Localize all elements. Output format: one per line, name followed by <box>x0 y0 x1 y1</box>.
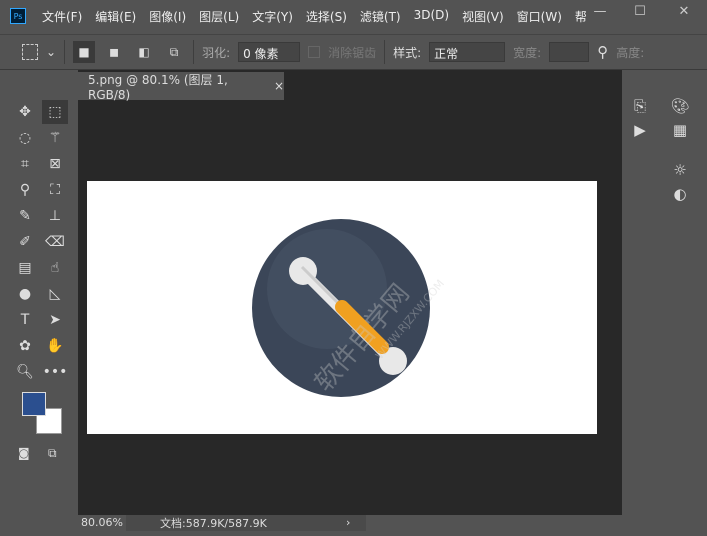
more-tools-icon[interactable]: ••• <box>42 360 68 384</box>
width-input[interactable] <box>549 42 590 62</box>
divider <box>384 40 386 64</box>
gradient-tool-icon[interactable]: ▤ <box>12 256 38 280</box>
history-icon[interactable]: ⎘ <box>625 94 655 118</box>
menu-filter[interactable]: 滤镜(T) <box>360 8 401 25</box>
adjustments-icon[interactable]: ◐ <box>665 182 695 206</box>
zoom-level[interactable]: 80.06% <box>78 516 126 529</box>
menu-type[interactable]: 文字(Y) <box>252 8 293 25</box>
divider <box>193 40 195 64</box>
menu-edit[interactable]: 编辑(E) <box>95 8 136 25</box>
new-selection-button[interactable]: ■ <box>73 41 96 63</box>
frame-tool-icon[interactable]: ⊠ <box>42 152 68 176</box>
canvas[interactable]: 软件自学网 WWW.RJZXW.COM <box>87 181 597 434</box>
menu-layer[interactable]: 图层(L) <box>199 8 239 25</box>
minimize-button[interactable]: — <box>580 0 620 22</box>
menu-select[interactable]: 选择(S) <box>306 8 347 25</box>
dodge-tool-icon[interactable]: ● <box>12 282 38 306</box>
photoshop-logo: Ps <box>10 8 26 24</box>
eyedropper-tool-icon[interactable]: ⚲ <box>12 178 38 202</box>
foreground-color-swatch-top[interactable] <box>22 392 46 416</box>
hand-tool-icon[interactable]: ✋ <box>42 334 68 358</box>
style-value: 正常 <box>434 47 459 61</box>
menu-file[interactable]: 文件(F) <box>42 8 82 25</box>
add-selection-button[interactable]: ◼ <box>103 41 125 63</box>
style-select[interactable]: 正常 <box>429 42 506 62</box>
document-tab-title: 5.png @ 80.1% (图层 1, RGB/8) <box>88 72 228 102</box>
subtract-selection-button[interactable]: ◧ <box>133 41 155 63</box>
doc-size: 文档:587.9K/587.9K <box>126 514 366 531</box>
quick-mask-icon[interactable]: ◙ <box>18 446 30 460</box>
status-bar: 80.06% 文档:587.9K/587.9K › <box>78 514 622 531</box>
swatches-grid-icon[interactable]: ▦ <box>665 118 695 142</box>
panel-strip-1: ⎘ ▶ <box>625 70 662 530</box>
actions-play-icon[interactable]: ▶ <box>625 118 655 142</box>
zoom-tool-icon[interactable]: 🔍︎ <box>12 360 38 384</box>
divider <box>64 40 66 64</box>
menu-view[interactable]: 视图(V) <box>462 8 504 25</box>
tools-illustration: 软件自学网 WWW.RJZXW.COM <box>252 219 447 398</box>
direct-select-tool-icon[interactable]: ➤ <box>42 308 68 332</box>
path-select-tool-icon[interactable]: ◺ <box>42 282 68 306</box>
height-label: 高度: <box>616 45 645 60</box>
panel-strip-2: 🎨︎ ▦ ☼ ◐ <box>665 70 705 530</box>
status-arrow-icon[interactable]: › <box>346 516 350 529</box>
feather-input[interactable]: 0 像素 <box>238 42 301 62</box>
shape-tool-icon[interactable]: ✿ <box>12 334 38 358</box>
patch-tool-icon[interactable]: ⛶ <box>42 178 68 202</box>
eraser-tool-icon[interactable]: ⌫ <box>42 230 68 254</box>
brush-tool-icon[interactable]: ✎ <box>12 204 38 228</box>
options-bar: ⌄ ■ ◼ ◧ ⧉ 羽化: 0 像素 消除锯齿 样式: 正常 宽度: ⚲ 高度: <box>0 34 707 70</box>
antialias-checkbox[interactable] <box>308 46 321 58</box>
close-tab-icon[interactable]: × <box>274 79 284 93</box>
type-tool-icon[interactable]: T <box>12 308 38 332</box>
marquee-preset-icon[interactable] <box>22 44 38 60</box>
menu-bar: 文件(F) 编辑(E) 图像(I) 图层(L) 文字(Y) 选择(S) 滤镜(T… <box>42 8 587 25</box>
maximize-button[interactable]: ☐ <box>620 0 660 22</box>
toolbar: ✥ ⬚ ◌ ⚚ ⌗ ⊠ ⚲ ⛶ ✎ ⊥ ✐ ⌫ ▤ ☝ ● ◺ T ➤ ✿ ✋ … <box>8 70 72 530</box>
lasso-tool-icon[interactable]: ◌ <box>12 126 38 150</box>
close-button[interactable]: ✕ <box>664 0 704 22</box>
chevron-down-icon[interactable]: ⌄ <box>46 45 56 59</box>
crop-tool-icon[interactable]: ⌗ <box>12 152 38 176</box>
search-icon[interactable]: ⚲ <box>597 43 608 61</box>
history-brush-tool-icon[interactable]: ✐ <box>12 230 38 254</box>
move-tool-icon[interactable]: ✥ <box>12 100 38 124</box>
feather-label: 羽化: <box>202 45 231 60</box>
width-label: 宽度: <box>513 45 542 60</box>
stamp-tool-icon[interactable]: ⊥ <box>42 204 68 228</box>
light-bulb-icon[interactable]: ☼ <box>665 158 695 182</box>
antialias-label: 消除锯齿 <box>328 45 377 60</box>
menu-window[interactable]: 窗口(W) <box>517 8 562 25</box>
marquee-tool-icon[interactable]: ⬚ <box>42 100 68 124</box>
magic-wand-tool-icon[interactable]: ⚚ <box>42 126 68 150</box>
smudge-tool-icon[interactable]: ☝ <box>42 256 68 280</box>
document-tab[interactable]: 5.png @ 80.1% (图层 1, RGB/8) × <box>78 72 284 102</box>
color-palette-icon[interactable]: 🎨︎ <box>665 94 695 118</box>
menu-3d[interactable]: 3D(D) <box>414 8 449 25</box>
menu-image[interactable]: 图像(I) <box>149 8 186 25</box>
style-label: 样式: <box>393 45 422 60</box>
screen-mode-icon[interactable]: ⧉ <box>48 446 57 461</box>
intersect-selection-button[interactable]: ⧉ <box>163 41 185 63</box>
